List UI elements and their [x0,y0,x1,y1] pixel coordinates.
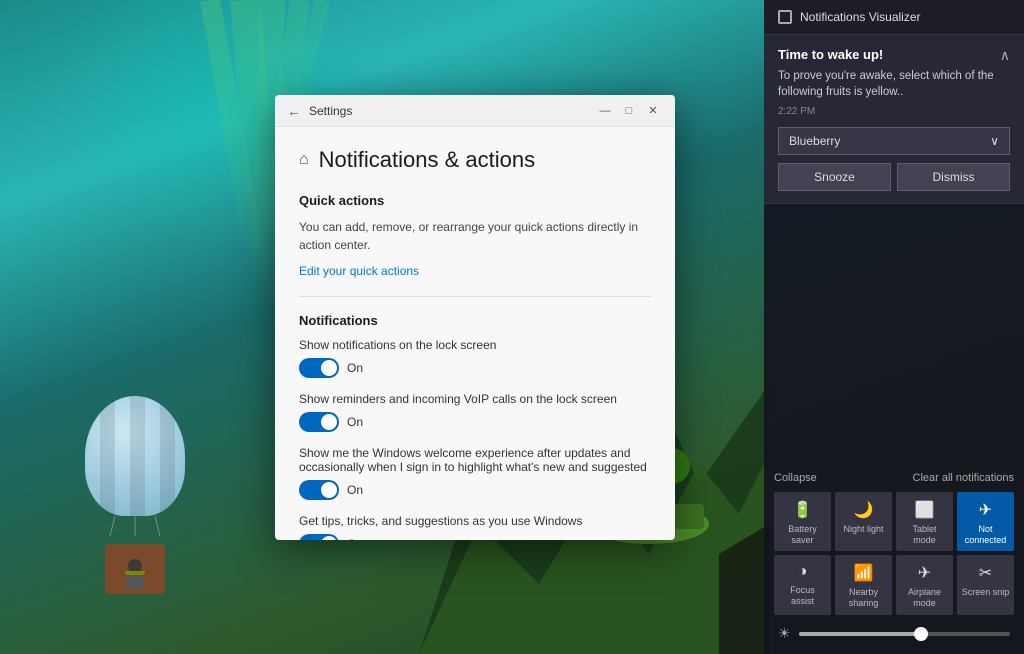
brightness-thumb[interactable] [914,627,928,641]
close-button[interactable]: ✕ [643,101,663,121]
notif-viz-header: Notifications Visualizer [764,0,1024,35]
notif-card-header: Time to wake up! ∧ [778,47,1010,64]
toggle-3[interactable] [299,480,339,500]
toggle-label-2: On [347,415,363,429]
notif-dropdown-value: Blueberry [789,134,840,148]
brightness-icon: ☀ [778,625,791,642]
toggle-1[interactable] [299,358,339,378]
qa-tile-label-focus-assist: Focus assist [778,585,827,607]
balloon-basket [105,544,165,594]
setting-label-4: Get tips, tricks, and suggestions as you… [299,514,651,528]
toggle-row-3: On [299,480,651,500]
quick-actions-grid: 🔋 Battery saver 🌙 Night light ⬜ Tablet m… [774,492,1014,615]
balloon-envelope [85,396,185,516]
qa-tile-focus-assist[interactable]: ◑ Focus assist [774,555,831,615]
action-center: Notifications Visualizer Time to wake up… [764,0,1024,654]
screen-snip-icon: ✂ [979,563,992,583]
edit-quick-actions-link[interactable]: Edit your quick actions [299,264,419,278]
toggle-4[interactable] [299,534,339,540]
battery-saver-icon: 🔋 [793,500,813,520]
home-icon: ⌂ [299,151,309,169]
toggle-label-3: On [347,483,363,497]
notif-dropdown[interactable]: Blueberry ∨ [778,127,1010,155]
qa-tile-airplane-mode[interactable]: ✈ Airplane mode [896,555,953,615]
chevron-down-icon: ∨ [990,134,999,148]
qa-tile-night-light[interactable]: 🌙 Night light [835,492,892,552]
brightness-row: ☀ [774,619,1014,648]
setting-row-3: Show me the Windows welcome experience a… [299,446,651,500]
quick-actions-title: Quick actions [299,193,651,208]
settings-content: ⌂ Notifications & actions Quick actions … [275,127,675,540]
tablet-mode-icon: ⬜ [915,500,935,520]
qa-header: Collapse Clear all notifications [774,472,1014,484]
balloon [60,396,210,594]
notif-viz-icon [778,10,792,24]
airplane-mode-icon: ✈ [918,563,931,583]
toggle-label-4: On [347,537,363,540]
night-light-icon: 🌙 [854,500,874,520]
notif-buttons: Snooze Dismiss [778,163,1010,191]
toggle-label-1: On [347,361,363,375]
qa-tile-screen-snip[interactable]: ✂ Screen snip [957,555,1014,615]
clear-notifications-button[interactable]: Clear all notifications [913,472,1015,484]
setting-label-2: Show reminders and incoming VoIP calls o… [299,392,651,406]
toggle-row-1: On [299,358,651,378]
settings-window: ← Settings — □ ✕ ⌂ Notifications & actio… [275,95,675,540]
notif-viz-title: Notifications Visualizer [800,10,921,24]
qa-tile-label-battery-saver: Battery saver [778,524,827,546]
back-button[interactable]: ← [287,103,301,119]
setting-row-2: Show reminders and incoming VoIP calls o… [299,392,651,432]
setting-row-4: Get tips, tricks, and suggestions as you… [299,514,651,540]
maximize-button[interactable]: □ [619,101,639,121]
setting-row-1: Show notifications on the lock screen On [299,338,651,378]
window-title: Settings [309,104,595,118]
qa-tile-tablet-mode[interactable]: ⬜ Tablet mode [896,492,953,552]
toggle-row-2: On [299,412,651,432]
titlebar: ← Settings — □ ✕ [275,95,675,127]
qa-tile-label-screen-snip: Screen snip [962,587,1010,598]
snooze-button[interactable]: Snooze [778,163,891,191]
quick-actions-section: Quick actions You can add, remove, or re… [299,193,651,280]
notification-card: Time to wake up! ∧ To prove you're awake… [764,35,1024,204]
window-controls: — □ ✕ [595,101,663,121]
toggle-row-4: On [299,534,651,540]
setting-label-1: Show notifications on the lock screen [299,338,651,352]
minimize-button[interactable]: — [595,101,615,121]
setting-label-3: Show me the Windows welcome experience a… [299,446,651,474]
qa-tile-label-night-light: Night light [843,524,883,535]
notifications-title: Notifications [299,313,651,328]
notif-card-close-button[interactable]: ∧ [1000,47,1010,64]
nearby-sharing-icon: 📶 [854,563,874,583]
brightness-slider[interactable] [799,632,1010,636]
qa-tile-battery-saver[interactable]: 🔋 Battery saver [774,492,831,552]
qa-tile-label-not-connected: Not connected [961,524,1010,546]
page-title: Notifications & actions [319,147,535,173]
qa-tile-not-connected[interactable]: ✈ Not connected [957,492,1014,552]
qa-tile-label-tablet-mode: Tablet mode [900,524,949,546]
qa-tile-label-nearby-sharing: Nearby sharing [839,587,888,609]
page-header: ⌂ Notifications & actions [299,147,651,173]
qa-tile-nearby-sharing[interactable]: 📶 Nearby sharing [835,555,892,615]
quick-actions-bottom: Collapse Clear all notifications 🔋 Batte… [764,462,1024,654]
focus-assist-icon: ◑ [798,563,808,581]
toggle-2[interactable] [299,412,339,432]
collapse-button[interactable]: Collapse [774,472,817,484]
dismiss-button[interactable]: Dismiss [897,163,1010,191]
quick-actions-description: You can add, remove, or rearrange your q… [299,218,651,254]
qa-tile-label-airplane-mode: Airplane mode [900,587,949,609]
notif-card-time: 2:22 PM [778,106,1010,117]
spacer [764,204,1024,462]
notif-card-title: Time to wake up! [778,47,883,62]
notifications-section: Notifications Show notifications on the … [299,313,651,540]
section-divider-1 [299,296,651,297]
notif-card-body: To prove you're awake, select which of t… [778,68,1010,100]
not-connected-icon: ✈ [979,500,992,520]
